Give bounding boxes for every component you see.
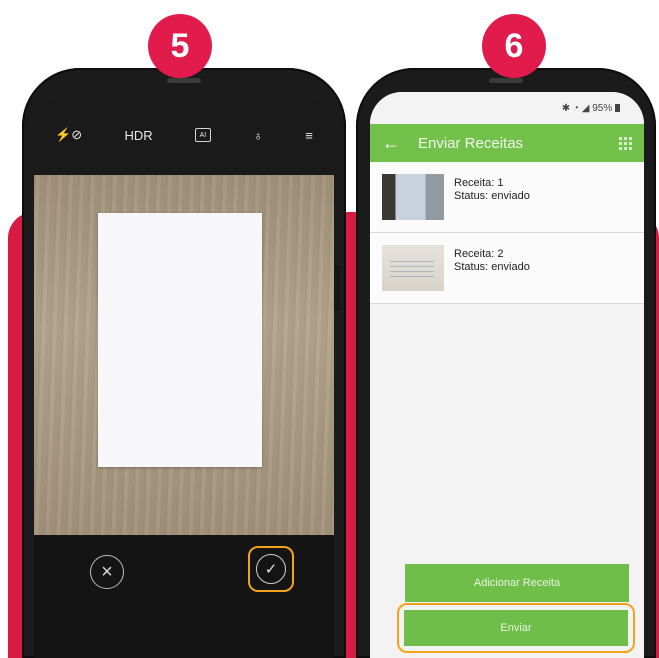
flash-off-icon[interactable]: ⚡⊘ <box>55 127 82 143</box>
app-toolbar: ← Enviar Receitas <box>370 124 644 162</box>
ai-mode-icon[interactable]: AI <box>194 128 211 142</box>
list-item[interactable]: Receita: 1 Status: enviado <box>370 162 644 233</box>
camera-toolbar: ⚡⊘ HDR AI ♁ ≡ <box>34 95 334 175</box>
cancel-capture-button[interactable]: × <box>90 555 124 589</box>
hdr-toggle[interactable]: HDR <box>124 128 152 143</box>
receipt-status: Status: enviado <box>454 261 530 273</box>
receipt-thumbnail <box>382 174 444 220</box>
receipt-title: Receita: 2 <box>454 248 504 260</box>
confirm-capture-button[interactable]: ✓ <box>256 554 286 584</box>
page-title: Enviar Receitas <box>418 134 524 152</box>
speaker-grille <box>489 78 523 83</box>
menu-icon[interactable]: ≡ <box>305 128 313 143</box>
confirm-highlight-frame: ✓ <box>248 546 294 592</box>
camera-screen: ⚡⊘ HDR AI ♁ ≡ × ✓ <box>34 95 334 658</box>
speaker-grille <box>167 78 201 83</box>
step-badge-6: 6 <box>482 14 546 78</box>
step-badge-5: 5 <box>148 14 212 78</box>
receipt-thumbnail <box>382 245 444 291</box>
receipt-title: Receita: 1 <box>454 177 504 189</box>
battery-level: 95% <box>592 102 613 114</box>
battery-icon <box>615 104 620 112</box>
receipt-list: Receita: 1 Status: enviado Receita: 2 St… <box>370 162 644 304</box>
send-highlight-frame: Enviar <box>397 603 635 653</box>
document-preview <box>98 213 262 467</box>
status-icons: ✱ ◔ ◢ <box>561 102 590 114</box>
receipt-status: Status: enviado <box>454 190 530 202</box>
status-bar: ✱ ◔ ◢ 95% <box>370 92 644 124</box>
list-item[interactable]: Receita: 2 Status: enviado <box>370 233 644 304</box>
apps-grid-icon[interactable] <box>619 136 632 150</box>
app-screen: ✱ ◔ ◢ 95% ← Enviar Receitas Receita: 1 S… <box>370 92 644 658</box>
add-receipt-button[interactable]: Adicionar Receita <box>405 564 629 602</box>
back-arrow-icon[interactable]: ← <box>382 133 408 154</box>
send-button[interactable]: Enviar <box>404 610 628 646</box>
filters-icon[interactable]: ♁ <box>253 128 263 143</box>
